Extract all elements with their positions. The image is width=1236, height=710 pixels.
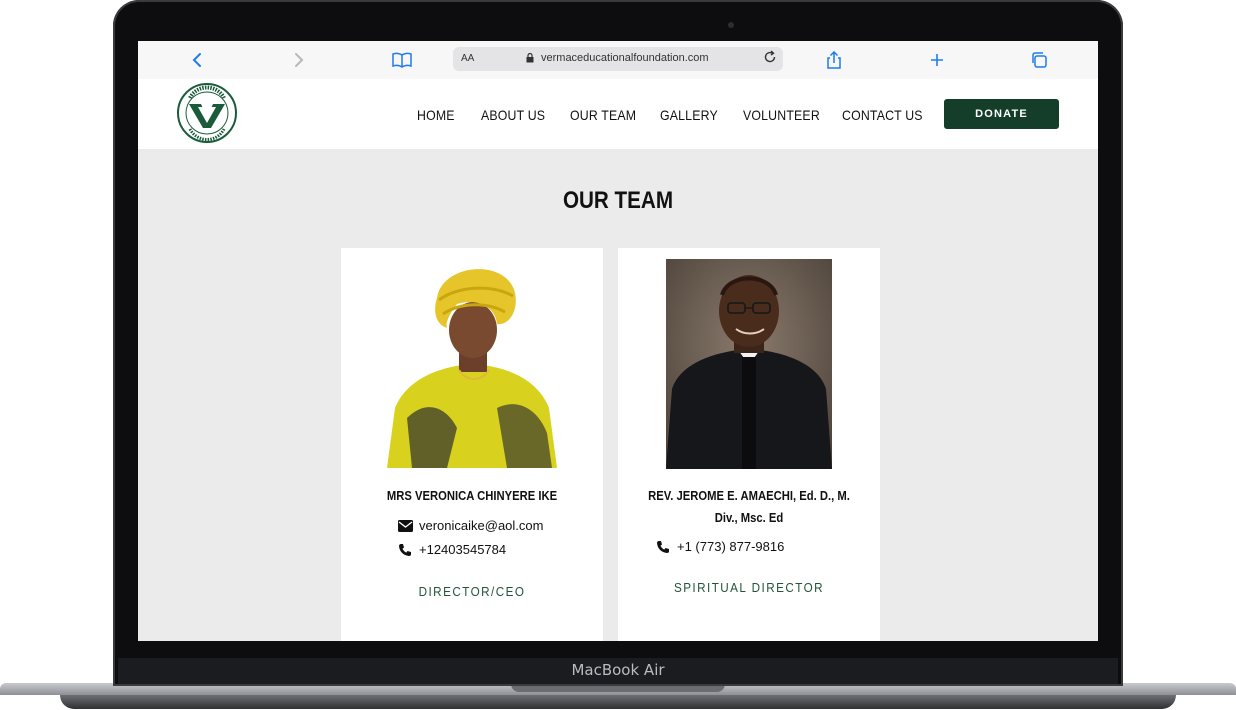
member-phone-text[interactable]: +12403545784 (419, 542, 506, 557)
team-member-card: REV. JEROME E. AMAECHI, Ed. D., M. Div.,… (618, 248, 880, 641)
address-bar[interactable]: AA vermaceducationalfoundation.com (453, 47, 783, 71)
member-phone[interactable]: +1 (773) 877-9816 (655, 539, 784, 554)
member-photo (387, 258, 557, 468)
member-email-text[interactable]: veronicaike@aol.com (419, 518, 543, 533)
bookmarks-icon[interactable] (391, 49, 413, 71)
member-name: MRS VERONICA CHINYERE IKE (386, 489, 558, 503)
laptop-base-bottom (60, 695, 1176, 709)
nav-our-team[interactable]: OUR TEAM (570, 107, 636, 123)
member-phone[interactable]: +12403545784 (397, 542, 506, 557)
new-tab-icon[interactable] (926, 49, 948, 71)
device-label: MacBook Air (571, 661, 665, 679)
back-icon[interactable] (186, 49, 208, 71)
lock-icon (526, 52, 534, 66)
member-email[interactable]: veronicaike@aol.com (397, 518, 543, 533)
member-photo (666, 259, 832, 469)
page-title: OUR TEAM (562, 187, 674, 214)
forward-icon[interactable] (288, 49, 310, 71)
nav-volunteer[interactable]: VOLUNTEER (743, 107, 820, 123)
nav-about-us[interactable]: ABOUT US (481, 107, 545, 123)
member-role: SPIRITUAL DIRECTOR (673, 580, 825, 595)
browser-toolbar: AA vermaceducationalfoundation.com (138, 41, 1098, 80)
envelope-icon (397, 519, 413, 533)
browser-screen: AA vermaceducationalfoundation.com HOME … (138, 41, 1098, 641)
camera-icon (728, 22, 734, 28)
member-role: DIRECTOR/CEO (418, 584, 526, 599)
phone-icon (655, 540, 671, 554)
member-phone-text[interactable]: +1 (773) 877-9816 (677, 539, 784, 554)
share-icon[interactable] (823, 49, 845, 71)
phone-icon (397, 543, 413, 557)
reload-icon[interactable] (763, 50, 777, 67)
site-header: HOME ABOUT US OUR TEAM GALLERY VOLUNTEER… (138, 79, 1098, 149)
nav-contact-us[interactable]: CONTACT US (842, 107, 923, 123)
site-logo[interactable] (177, 83, 237, 143)
laptop-base (0, 683, 1236, 710)
member-name: REV. JEROME E. AMAECHI, Ed. D., M. Div.,… (648, 489, 850, 525)
donate-button[interactable]: DONATE (944, 99, 1059, 129)
url-text: vermaceducationalfoundation.com (541, 52, 709, 64)
nav-gallery[interactable]: GALLERY (660, 107, 718, 123)
laptop-chin: MacBook Air (118, 658, 1118, 684)
tabs-icon[interactable] (1028, 49, 1050, 71)
text-size-button[interactable]: AA (461, 53, 474, 64)
nav-home[interactable]: HOME (417, 107, 455, 123)
team-member-card: MRS VERONICA CHINYERE IKE veronicaike@ao… (341, 248, 603, 641)
